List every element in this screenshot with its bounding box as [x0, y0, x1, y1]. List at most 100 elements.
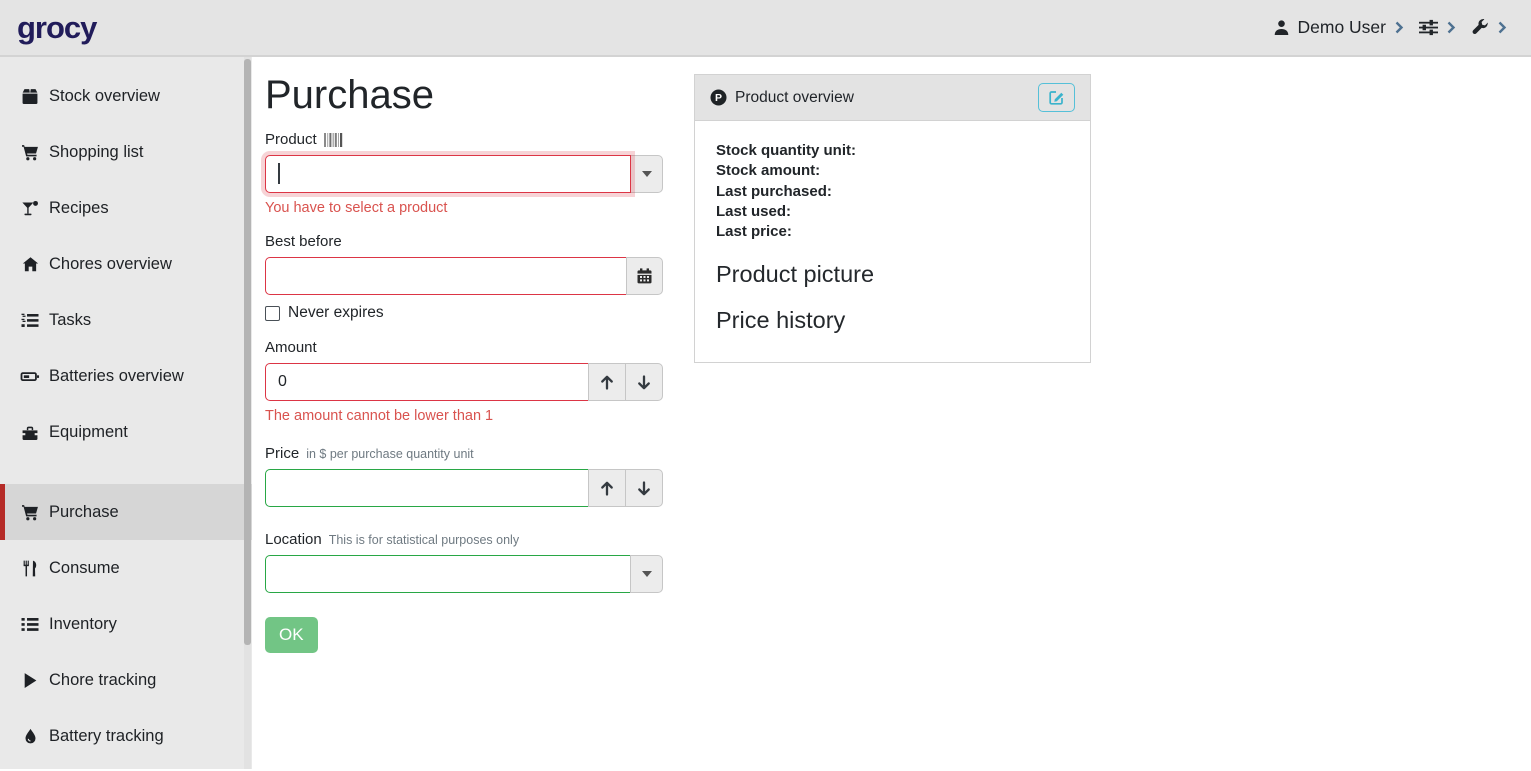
chevron-right-icon[interactable] [1395, 21, 1404, 34]
page-title: Purchase [265, 73, 663, 118]
sidebar-item-recipes[interactable]: Recipes [0, 180, 252, 236]
location-select[interactable] [265, 555, 631, 593]
amount-error: The amount cannot be lower than 1 [265, 408, 663, 424]
sidebar-item-label: Tasks [49, 311, 91, 330]
arrow-down-icon [637, 481, 651, 496]
sidebar-item-label: Consume [49, 559, 120, 578]
panel-title-text: Product overview [735, 89, 854, 107]
ok-button[interactable]: OK [265, 617, 318, 653]
product-circle-icon: P [710, 89, 727, 106]
panel-body: Stock quantity unit: Stock amount: Last … [695, 121, 1090, 362]
location-hint: This is for statistical purposes only [329, 533, 519, 547]
price-history-heading: Price history [716, 307, 1069, 334]
home-icon [20, 256, 40, 273]
barcode-icon [324, 133, 345, 147]
purchase-form: Purchase Product Y [265, 71, 663, 653]
nav-divider [0, 460, 252, 484]
play-icon [20, 672, 40, 689]
product-overview-panel: P Product overview Stock quantity unit: … [694, 74, 1091, 363]
sidebar-item-label: Shopping list [49, 143, 143, 162]
amount-decrement-button[interactable] [625, 363, 663, 401]
sidebar-scrollbar-thumb[interactable] [244, 59, 251, 645]
edit-icon [1049, 90, 1064, 105]
sidebar-item-purchase[interactable]: Purchase [0, 484, 252, 540]
amount-increment-button[interactable] [588, 363, 626, 401]
tasks-icon [20, 312, 40, 329]
panel-header: P Product overview [695, 75, 1090, 121]
chevron-right-icon[interactable] [1498, 21, 1507, 34]
sidebar-item-chore-tracking[interactable]: Chore tracking [0, 652, 252, 708]
user-icon [1273, 19, 1290, 36]
sidebar-item-stock-overview[interactable]: Stock overview [0, 68, 252, 124]
product-field: Product You have to select a product [265, 131, 663, 216]
price-hint: in $ per purchase quantity unit [306, 447, 473, 461]
stock-quantity-unit-label: Stock quantity unit: [716, 141, 1069, 161]
sliders-icon [1419, 19, 1438, 36]
user-name: Demo User [1298, 17, 1387, 38]
arrow-down-icon [637, 375, 651, 390]
location-dropdown-button[interactable] [630, 555, 663, 593]
amount-input[interactable] [265, 363, 589, 401]
sidebar-item-label: Recipes [49, 199, 109, 218]
main-content: Purchase Product Y [252, 57, 1531, 769]
amount-label: Amount [265, 339, 317, 356]
list-icon [20, 616, 40, 633]
last-purchased-label: Last purchased: [716, 182, 1069, 202]
price-decrement-button[interactable] [625, 469, 663, 507]
chevron-down-icon [642, 171, 652, 177]
box-icon [20, 88, 40, 105]
toolbox-icon [20, 424, 40, 441]
calendar-button[interactable] [626, 257, 663, 295]
best-before-input[interactable] [265, 257, 627, 295]
shopping-cart-icon [20, 504, 40, 521]
sidebar-item-label: Purchase [49, 503, 119, 522]
topbar-right: Demo User [1273, 17, 1531, 38]
product-picture-heading: Product picture [716, 261, 1069, 288]
sidebar-item-shopping-list[interactable]: Shopping list [0, 124, 252, 180]
admin-menu[interactable] [1471, 19, 1489, 36]
svg-text:P: P [715, 92, 722, 104]
settings-menu[interactable] [1419, 19, 1438, 36]
sidebar-item-equipment[interactable]: Equipment [0, 404, 252, 460]
arrow-up-icon [600, 481, 614, 496]
utensils-icon [20, 560, 40, 577]
app-logo[interactable]: grocy [0, 10, 96, 46]
location-field: Location This is for statistical purpose… [265, 531, 663, 593]
chevron-down-icon [642, 571, 652, 577]
sidebar-item-chores-overview[interactable]: Chores overview [0, 236, 252, 292]
sidebar-nav: Stock overview Shopping list Recipes Cho… [0, 57, 252, 764]
sidebar-item-label: Equipment [49, 423, 128, 442]
sidebar-item-label: Batteries overview [49, 367, 184, 386]
user-menu[interactable]: Demo User [1273, 17, 1387, 38]
product-label: Product [265, 131, 317, 148]
sidebar-item-inventory[interactable]: Inventory [0, 596, 252, 652]
sidebar-item-consume[interactable]: Consume [0, 540, 252, 596]
best-before-label: Best before [265, 233, 342, 250]
never-expires-checkbox[interactable] [265, 306, 280, 321]
sidebar-item-label: Inventory [49, 615, 117, 634]
price-input[interactable] [265, 469, 589, 507]
sidebar-item-battery-tracking[interactable]: Battery tracking [0, 708, 252, 764]
sidebar: Stock overview Shopping list Recipes Cho… [0, 57, 252, 769]
sidebar-item-label: Chore tracking [49, 671, 156, 690]
sidebar-item-label: Battery tracking [49, 727, 164, 746]
never-expires-row: Never expires [265, 304, 663, 322]
sidebar-item-batteries-overview[interactable]: Batteries overview [0, 348, 252, 404]
text-cursor [278, 163, 280, 184]
location-label: Location [265, 531, 322, 548]
edit-product-button[interactable] [1038, 83, 1075, 112]
price-field: Price in $ per purchase quantity unit [265, 445, 663, 507]
sidebar-item-label: Chores overview [49, 255, 172, 274]
chevron-right-icon[interactable] [1447, 21, 1456, 34]
sidebar-item-tasks[interactable]: Tasks [0, 292, 252, 348]
last-used-label: Last used: [716, 202, 1069, 222]
shopping-cart-icon [20, 144, 40, 161]
price-increment-button[interactable] [588, 469, 626, 507]
product-input[interactable] [265, 155, 631, 193]
product-dropdown-button[interactable] [630, 155, 663, 193]
battery-icon [20, 368, 40, 385]
arrow-up-icon [600, 375, 614, 390]
cocktail-icon [20, 200, 40, 217]
wrench-icon [1471, 19, 1489, 36]
stock-amount-label: Stock amount: [716, 161, 1069, 181]
